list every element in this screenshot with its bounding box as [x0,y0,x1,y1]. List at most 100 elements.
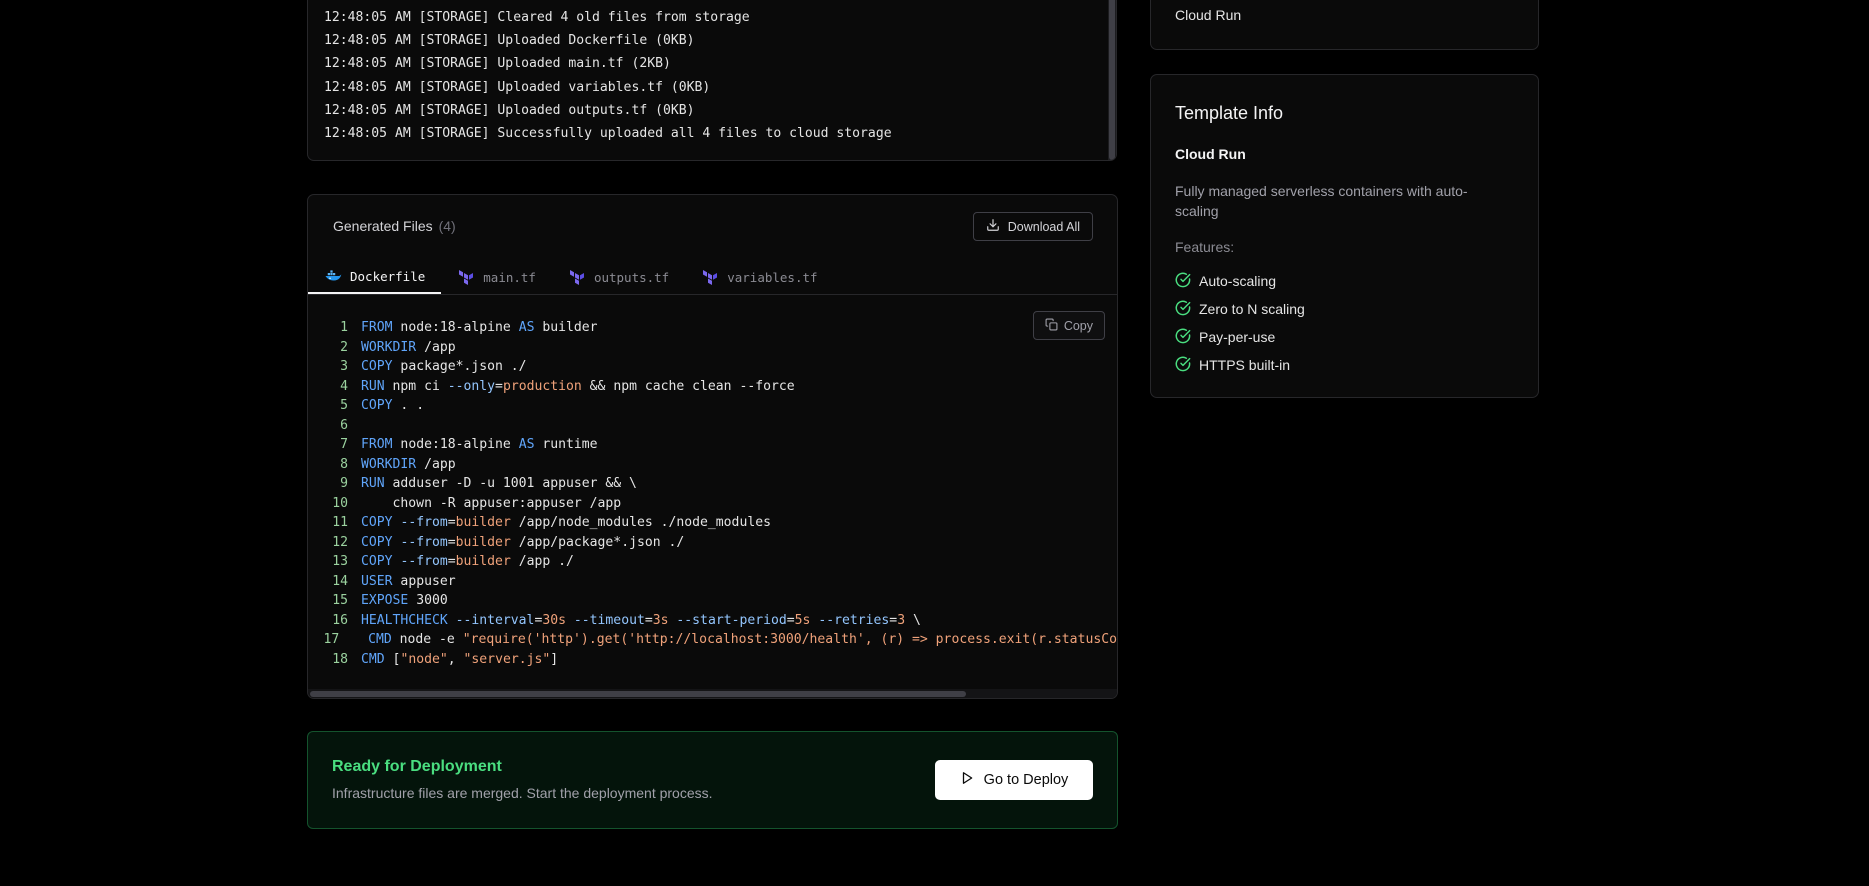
code-line: 10 chown -R appuser:appuser /app [308,494,1117,514]
code-text: USER appuser [361,573,456,589]
download-all-button[interactable]: Download All [972,212,1093,241]
code-line: 9 RUN adduser -D -u 1001 appuser && \ [308,474,1117,494]
download-icon [986,218,1000,235]
deploy-title: Ready for Deployment [332,758,502,775]
line-number: 17 [323,632,340,647]
provider-name: Cloud Run [1175,7,1242,23]
code-text: RUN npm ci --only=production && npm cach… [361,378,795,394]
log-lines: 12:48:05 AM [STORAGE] Cleared 4 old file… [324,6,892,145]
feature-label: Pay-per-use [1199,329,1276,345]
line-number: 9 [340,476,348,491]
template-description: Fully managed serverless containers with… [1175,183,1468,219]
code-line: 5 COPY . . [308,396,1117,416]
log-line: 12:48:05 AM [STORAGE] Successfully uploa… [324,125,892,141]
code-line: 1 FROM node:18-alpine AS builder [308,318,1117,338]
code-text: COPY --from=builder /app/node_modules ./… [361,515,771,530]
code-line: 8 WORKDIR /app [308,455,1117,475]
feature-label: HTTPS built-in [1199,357,1291,373]
code-text: COPY --from=builder /app ./ [361,554,574,569]
play-icon [960,771,974,789]
log-panel[interactable]: 12:48:05 AM [STORAGE] Cleared 4 old file… [307,0,1117,161]
code-horizontal-scrollbar[interactable] [308,689,1117,698]
line-number: 13 [332,554,348,569]
code-text: CMD ["node", "server.js"] [361,651,559,667]
tab-dockerfile[interactable]: Dockerfile [308,260,442,294]
line-number: 18 [332,651,348,667]
log-line: 12:48:05 AM [STORAGE] Uploaded variables… [324,79,711,95]
line-number: 16 [332,612,348,628]
tab-label: Dockerfile [350,268,426,284]
file-tabs: Dockerfile main.tf outputs.tf variables.… [308,260,1117,295]
deploy-description: Infrastructure files are merged. Start t… [332,785,713,801]
code-scrollbar-thumb[interactable] [310,691,966,697]
download-all-label: Download All [1007,219,1080,234]
tab-label: main.tf [483,269,536,285]
code-text: FROM node:18-alpine AS builder [361,320,598,335]
code-line: 17 CMD node -e "require('http').get('htt… [308,630,1117,650]
check-circle-icon [1175,272,1191,291]
tab-outputs-tf[interactable]: outputs.tf [552,260,685,294]
line-number: 5 [340,398,348,413]
template-info-card: Template Info Cloud Run Fully managed se… [1150,74,1539,398]
generated-files-card: Generated Files (4) Download All Dockerf… [307,194,1118,699]
code-text: WORKDIR /app [361,339,456,355]
tab-main-tf[interactable]: main.tf [441,260,552,294]
features-label: Features: [1175,239,1235,255]
line-number: 10 [332,495,348,511]
code-line: 16 HEALTHCHECK --interval=30s --timeout=3… [308,611,1117,631]
feature-item: Zero to N scaling [1175,295,1305,323]
line-number: 2 [340,339,348,355]
code-line: 4 RUN npm ci --only=production && npm cac… [308,377,1117,397]
line-number: 14 [332,573,348,589]
line-number: 15 [332,593,348,608]
files-count: (4) [438,218,456,234]
terraform-icon [457,268,475,286]
line-number: 8 [340,456,348,472]
tab-label: outputs.tf [593,269,670,285]
code-line: 13 COPY --from=builder /app ./ [308,552,1117,572]
docker-icon [324,267,342,285]
files-header: Generated Files (4) [333,218,456,234]
line-number: 11 [332,515,348,530]
feature-label: Auto-scaling [1199,273,1277,289]
log-line: 12:48:05 AM [STORAGE] Uploaded outputs.t… [324,102,695,118]
code-line: 7 FROM node:18-alpine AS runtime [308,435,1117,455]
feature-label: Zero to N scaling [1199,301,1305,317]
tab-label: variables.tf [727,269,818,285]
log-scrollbar[interactable] [1108,0,1116,160]
feature-item: HTTPS built-in [1175,351,1305,379]
terraform-icon [701,268,719,286]
code-text: HEALTHCHECK --interval=30s --timeout=3s … [361,612,921,628]
tab-variables-tf[interactable]: variables.tf [685,260,833,294]
code-viewer[interactable]: 1 FROM node:18-alpine AS builder 2 WORKDIR … [308,318,1117,669]
line-number: 6 [340,417,348,433]
code-text: COPY . . [361,398,425,413]
log-line: 12:48:05 AM [STORAGE] Uploaded main.tf (… [324,56,671,72]
code-line: 11 COPY --from=builder /app/node_modules … [308,513,1117,533]
feature-item: Pay-per-use [1175,323,1305,351]
line-number: 3 [340,359,348,374]
line-number: 12 [332,534,348,550]
check-circle-icon [1175,328,1191,347]
template-name: Cloud Run [1175,146,1246,162]
code-text: WORKDIR /app [361,456,456,472]
page: 12:48:05 AM [STORAGE] Cleared 4 old file… [0,0,1869,886]
line-number: 1 [340,320,348,335]
line-number: 7 [340,437,348,452]
code-text: RUN adduser -D -u 1001 appuser && \ [361,476,637,491]
code-line: 15 EXPOSE 3000 [308,591,1117,611]
code-line: 12 COPY --from=builder /app/package*.json… [308,533,1117,553]
code-text: CMD node -e "require('http').get('http:/… [368,632,1117,647]
log-scrollbar-thumb[interactable] [1109,0,1115,160]
provider-card: Cloud Run [1150,0,1539,50]
template-info-title: Template Info [1175,103,1284,123]
check-circle-icon [1175,356,1191,375]
code-line: 14 USER appuser [308,572,1117,592]
line-number: 4 [340,378,348,394]
go-to-deploy-button[interactable]: Go to Deploy [935,760,1093,800]
deployment-ready-card: Ready for Deployment Infrastructure file… [307,731,1118,829]
code-line: 3 COPY package*.json ./ [308,357,1117,377]
go-to-deploy-label: Go to Deploy [983,772,1069,788]
code-line: 6 [308,416,1117,436]
